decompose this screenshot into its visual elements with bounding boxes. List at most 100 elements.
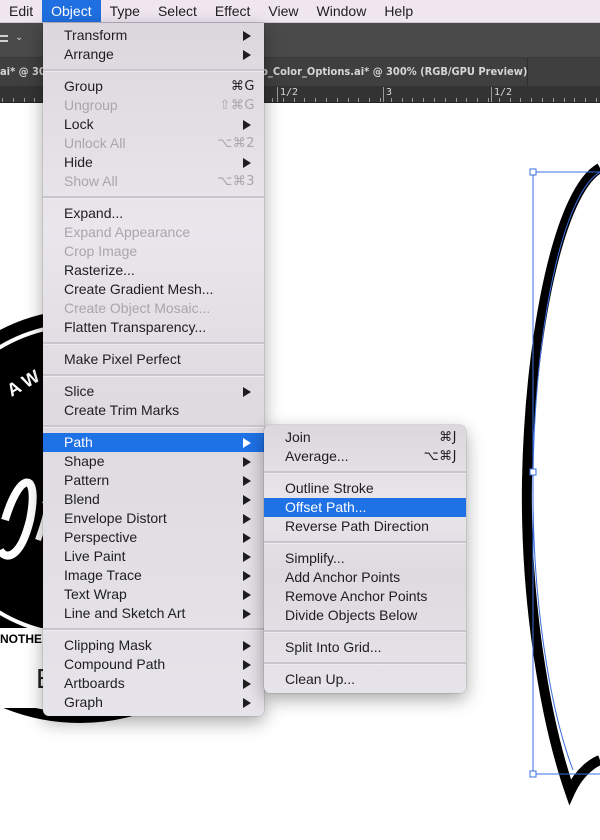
menu-type[interactable]: Type: [101, 0, 149, 22]
menu-item-slice[interactable]: Slice: [43, 382, 264, 401]
menu-item-label: Flatten Transparency...: [64, 319, 207, 335]
menu-bar: Edit Object Type Select Effect View Wind…: [0, 0, 600, 23]
menu-item-text-wrap[interactable]: Text Wrap: [43, 585, 264, 604]
menu-item-label: Join: [285, 429, 311, 445]
document-tab-active[interactable]: go_Color_Options.ai* @ 300% (RGB/GPU Pre…: [264, 58, 528, 86]
menu-item-simplify[interactable]: Simplify...: [264, 549, 466, 568]
menu-item-transform[interactable]: Transform: [43, 26, 264, 45]
menu-item-average[interactable]: Average... ⌥⌘J: [264, 447, 466, 466]
ruler-tick: [412, 98, 413, 102]
menu-item-blend[interactable]: Blend: [43, 490, 264, 509]
menu-item-group[interactable]: Group ⌘G: [43, 77, 264, 96]
ruler-tick: [423, 98, 424, 102]
menu-item-label: Lock: [64, 116, 94, 132]
menu-item-remove-anchor-points[interactable]: Remove Anchor Points: [264, 587, 466, 606]
path-submenu: Join ⌘J Average... ⌥⌘J Outline Stroke Offset …: [264, 425, 466, 693]
menu-item-label: Show All: [64, 173, 118, 189]
menu-item-label: Ungroup: [64, 97, 118, 113]
menu-item-clipping-mask[interactable]: Clipping Mask: [43, 636, 264, 655]
ruler-tick: [391, 98, 392, 102]
bounding-box-handle: [529, 468, 537, 476]
menu-item-image-trace[interactable]: Image Trace: [43, 566, 264, 585]
panel-menu-icon[interactable]: [0, 35, 8, 45]
ruler-tick: [596, 98, 597, 102]
menu-item-show-all: Show All ⌥⌘3: [43, 172, 264, 191]
ruler-tick: [574, 98, 575, 102]
menu-item-make-pixel-perfect[interactable]: Make Pixel Perfect: [43, 350, 264, 369]
menu-item-divide-objects-below[interactable]: Divide Objects Below: [264, 606, 466, 625]
menu-select[interactable]: Select: [149, 0, 206, 22]
menu-item-pattern[interactable]: Pattern: [43, 471, 264, 490]
menu-item-line-and-sketch-art[interactable]: Line and Sketch Art: [43, 604, 264, 623]
ruler-label: 1/2: [280, 87, 299, 98]
menu-item-graph[interactable]: Graph: [43, 693, 264, 712]
menu-item-path[interactable]: Path: [43, 433, 264, 452]
menu-item-clean-up[interactable]: Clean Up...: [264, 670, 466, 689]
menu-item-envelope-distort[interactable]: Envelope Distort: [43, 509, 264, 528]
menu-item-live-paint[interactable]: Live Paint: [43, 547, 264, 566]
submenu-arrow-icon: [243, 457, 251, 467]
ruler-tick: [380, 98, 381, 102]
ruler-tick: [2, 98, 3, 102]
menu-item-label: Split Into Grid...: [285, 639, 382, 655]
menu-item-label: Arrange: [64, 46, 114, 62]
menu-item-arrange[interactable]: Arrange: [43, 45, 264, 64]
object-menu: Transform Arrange Group ⌘G Ungroup ⇧⌘G Lock Unl…: [43, 23, 264, 716]
ruler-tick-major: [277, 87, 278, 102]
submenu-arrow-icon: [243, 660, 251, 670]
menu-separator: [264, 630, 466, 633]
menu-item-label: Clean Up...: [285, 671, 356, 687]
menu-help[interactable]: Help: [375, 0, 422, 22]
menu-item-label: Make Pixel Perfect: [64, 351, 181, 367]
menu-item-offset-path[interactable]: Offset Path...: [264, 498, 466, 517]
submenu-arrow-icon: [243, 50, 251, 60]
shield-path: [521, 163, 600, 806]
ruler-tick-major: [491, 87, 492, 102]
menu-window[interactable]: Window: [308, 0, 376, 22]
menu-item-label: Hide: [64, 154, 93, 170]
menu-item-label: Artboards: [64, 675, 125, 691]
menu-item-label: Outline Stroke: [285, 480, 374, 496]
menu-view[interactable]: View: [259, 0, 307, 22]
menu-item-label: Group: [64, 78, 103, 94]
menu-effect[interactable]: Effect: [206, 0, 260, 22]
menu-item-label: Reverse Path Direction: [285, 518, 429, 534]
menu-item-unlock-all: Unlock All ⌥⌘2: [43, 134, 264, 153]
menu-item-label: Text Wrap: [64, 586, 127, 602]
ruler-tick: [542, 98, 543, 102]
menu-item-outline-stroke[interactable]: Outline Stroke: [264, 479, 466, 498]
menu-item-shortcut: ⌘G: [230, 79, 255, 94]
menu-item-perspective[interactable]: Perspective: [43, 528, 264, 547]
menu-item-label: Image Trace: [64, 567, 142, 583]
menu-item-lock[interactable]: Lock: [43, 115, 264, 134]
menu-item-artboards[interactable]: Artboards: [43, 674, 264, 693]
ruler-tick: [315, 98, 316, 102]
menu-object[interactable]: Object: [42, 0, 101, 22]
menu-item-label: Graph: [64, 694, 103, 710]
menu-item-join[interactable]: Join ⌘J: [264, 428, 466, 447]
menu-item-reverse-path-direction[interactable]: Reverse Path Direction: [264, 517, 466, 536]
menu-item-expand[interactable]: Expand...: [43, 204, 264, 223]
ruler-tick: [402, 98, 403, 102]
menu-item-split-into-grid[interactable]: Split Into Grid...: [264, 638, 466, 657]
menu-item-add-anchor-points[interactable]: Add Anchor Points: [264, 568, 466, 587]
menu-item-label: Line and Sketch Art: [64, 605, 186, 621]
menu-item-rasterize[interactable]: Rasterize...: [43, 261, 264, 280]
submenu-arrow-icon: [243, 641, 251, 651]
ruler-tick: [553, 98, 554, 102]
menu-item-create-trim-marks[interactable]: Create Trim Marks: [43, 401, 264, 420]
ruler-tick: [564, 98, 565, 102]
chevron-down-icon[interactable]: ⌄: [15, 32, 23, 43]
ruler-tick: [477, 98, 478, 102]
menu-item-flatten-transparency[interactable]: Flatten Transparency...: [43, 318, 264, 337]
ruler-tick: [348, 98, 349, 102]
menu-item-shape[interactable]: Shape: [43, 452, 264, 471]
menu-item-create-gradient-mesh[interactable]: Create Gradient Mesh...: [43, 280, 264, 299]
ruler-tick: [283, 98, 284, 102]
menu-edit[interactable]: Edit: [0, 0, 42, 22]
ruler-tick: [272, 98, 273, 102]
menu-item-compound-path[interactable]: Compound Path: [43, 655, 264, 674]
menu-separator: [264, 541, 466, 544]
menu-item-label: Blend: [64, 491, 100, 507]
menu-item-hide[interactable]: Hide: [43, 153, 264, 172]
